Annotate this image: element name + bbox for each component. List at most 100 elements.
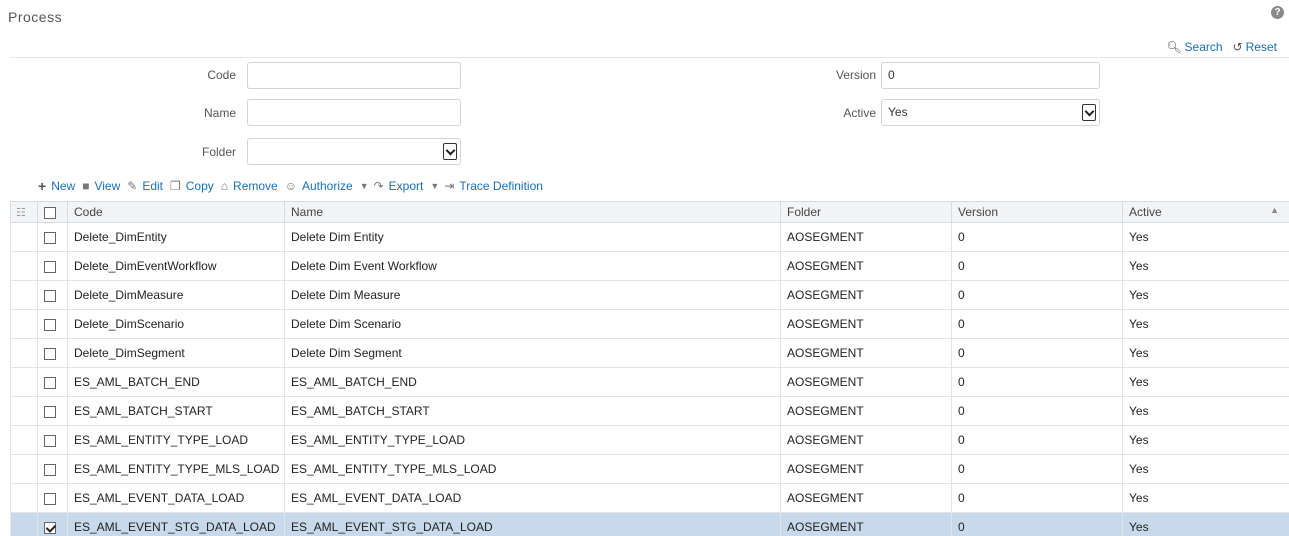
row-select-cell[interactable] [37, 396, 68, 426]
row-spacer-cell [10, 483, 38, 513]
table-row[interactable]: Delete_DimEntity Delete Dim Entity AOSEGME… [10, 222, 1289, 252]
table-row[interactable]: ES_AML_EVENT_STG_DATA_LOAD ES_AML_EVENT_S… [10, 512, 1289, 536]
table-row[interactable]: ES_AML_ENTITY_TYPE_MLS_LOAD ES_AML_ENTITY… [10, 454, 1289, 484]
view-label: View [94, 179, 121, 193]
cell-code[interactable]: Delete_DimScenario [67, 309, 285, 339]
process-table: ☷ Code Name Folder Version Active ▲ Delet… [10, 201, 1289, 536]
cell-folder: AOSEGMENT [780, 454, 952, 484]
row-checkbox[interactable] [44, 405, 56, 418]
cell-code[interactable]: Delete_DimEntity [67, 222, 285, 252]
cell-version: 0 [951, 454, 1123, 484]
cell-code[interactable]: ES_AML_ENTITY_TYPE_LOAD [67, 425, 285, 455]
copy-button[interactable]: ❐ Copy [170, 179, 214, 193]
row-checkbox[interactable] [44, 260, 56, 273]
cell-code[interactable]: ES_AML_BATCH_START [67, 396, 285, 426]
row-checkbox[interactable] [44, 347, 56, 360]
table-row[interactable]: ES_AML_BATCH_START ES_AML_BATCH_START AOSE… [10, 396, 1289, 426]
table-row[interactable]: Delete_DimMeasure Delete Dim Measure AOSEG… [10, 280, 1289, 310]
row-select-cell[interactable] [37, 251, 68, 281]
search-button[interactable]: 🔍︎ Search [1166, 40, 1222, 54]
cell-code[interactable]: Delete_DimMeasure [67, 280, 285, 310]
code-input[interactable] [247, 62, 461, 89]
reset-button[interactable]: ↺ Reset [1233, 40, 1277, 54]
select-all-header[interactable] [37, 201, 68, 223]
folder-select[interactable] [247, 138, 461, 165]
row-select-cell[interactable] [37, 367, 68, 397]
hierarchy-header[interactable]: ☷ [10, 201, 38, 223]
row-checkbox[interactable] [44, 521, 56, 534]
authorize-button[interactable]: ☺ Authorize [285, 179, 353, 193]
export-button[interactable]: ▼ ↷ Export [360, 179, 424, 193]
remove-button[interactable]: ⌂ Remove [221, 179, 278, 193]
cell-active: Yes [1122, 483, 1289, 513]
table-header: ☷ Code Name Folder Version Active ▲ [10, 201, 1289, 223]
sort-ascending-icon[interactable]: ▲ [1270, 205, 1279, 215]
table-row[interactable]: Delete_DimScenario Delete Dim Scenario AOS… [10, 309, 1289, 339]
row-select-cell[interactable] [37, 222, 68, 252]
search-actions: 🔍︎ Search ↺ Reset [1166, 40, 1277, 54]
table-row[interactable]: ES_AML_EVENT_DATA_LOAD ES_AML_EVENT_DATA_… [10, 483, 1289, 513]
edit-button[interactable]: ✎ Edit [127, 179, 163, 193]
select-all-checkbox[interactable] [44, 206, 56, 219]
chevron-down-icon [443, 143, 457, 160]
row-select-cell[interactable] [37, 309, 68, 339]
name-input[interactable] [247, 99, 461, 126]
cell-name: ES_AML_ENTITY_TYPE_LOAD [284, 425, 781, 455]
row-checkbox[interactable] [44, 376, 56, 389]
cell-code[interactable]: ES_AML_BATCH_END [67, 367, 285, 397]
cell-active: Yes [1122, 396, 1289, 426]
row-checkbox[interactable] [44, 318, 56, 331]
row-spacer-cell [10, 280, 38, 310]
active-value: Yes [888, 105, 908, 119]
divider [10, 57, 1289, 58]
help-icon[interactable]: ? [1271, 6, 1284, 19]
cell-version: 0 [951, 367, 1123, 397]
document-icon: ■ [82, 179, 90, 193]
column-header-active[interactable]: Active ▲ [1122, 201, 1289, 223]
cell-folder: AOSEGMENT [780, 396, 952, 426]
search-label: Search [1184, 40, 1223, 54]
cell-code[interactable]: ES_AML_ENTITY_TYPE_MLS_LOAD [67, 454, 285, 484]
row-select-cell[interactable] [37, 454, 68, 484]
row-select-cell[interactable] [37, 512, 68, 536]
row-select-cell[interactable] [37, 483, 68, 513]
row-checkbox[interactable] [44, 231, 56, 244]
trace-definition-button[interactable]: ▼ ⇥ Trace Definition [430, 179, 543, 193]
row-spacer-cell [10, 367, 38, 397]
cell-code[interactable]: Delete_DimEventWorkflow [67, 251, 285, 281]
view-button[interactable]: ■ View [82, 179, 120, 193]
row-select-cell[interactable] [37, 425, 68, 455]
row-checkbox[interactable] [44, 492, 56, 505]
cell-code[interactable]: Delete_DimSegment [67, 338, 285, 368]
table-row[interactable]: ES_AML_ENTITY_TYPE_LOAD ES_AML_ENTITY_TYP… [10, 425, 1289, 455]
cell-code[interactable]: ES_AML_EVENT_DATA_LOAD [67, 483, 285, 513]
row-spacer-cell [10, 309, 38, 339]
row-select-cell[interactable] [37, 338, 68, 368]
row-spacer-cell [10, 251, 38, 281]
cell-name: ES_AML_ENTITY_TYPE_MLS_LOAD [284, 454, 781, 484]
new-button[interactable]: + New [38, 178, 75, 194]
row-select-cell[interactable] [37, 280, 68, 310]
row-checkbox[interactable] [44, 463, 56, 476]
active-select[interactable]: Yes [881, 99, 1100, 126]
table-row[interactable]: Delete_DimSegment Delete Dim Segment AOSEG… [10, 338, 1289, 368]
cell-name: ES_AML_BATCH_START [284, 396, 781, 426]
cell-name: Delete Dim Event Workflow [284, 251, 781, 281]
column-header-version[interactable]: Version [951, 201, 1123, 223]
row-checkbox[interactable] [44, 434, 56, 447]
row-checkbox[interactable] [44, 289, 56, 302]
column-header-name[interactable]: Name [284, 201, 781, 223]
column-header-folder[interactable]: Folder [780, 201, 952, 223]
cell-folder: AOSEGMENT [780, 222, 952, 252]
cell-code[interactable]: ES_AML_EVENT_STG_DATA_LOAD [67, 512, 285, 536]
table-row[interactable]: ES_AML_BATCH_END ES_AML_BATCH_END AOSEGMEN… [10, 367, 1289, 397]
authorize-label: Authorize [301, 179, 353, 193]
cell-active: Yes [1122, 512, 1289, 536]
cell-name: Delete Dim Scenario [284, 309, 781, 339]
table-row[interactable]: Delete_DimEventWorkflow Delete Dim Event … [10, 251, 1289, 281]
version-input[interactable]: 0 [881, 62, 1100, 89]
cell-folder: AOSEGMENT [780, 338, 952, 368]
cell-version: 0 [951, 425, 1123, 455]
cell-version: 0 [951, 222, 1123, 252]
column-header-code[interactable]: Code [67, 201, 285, 223]
